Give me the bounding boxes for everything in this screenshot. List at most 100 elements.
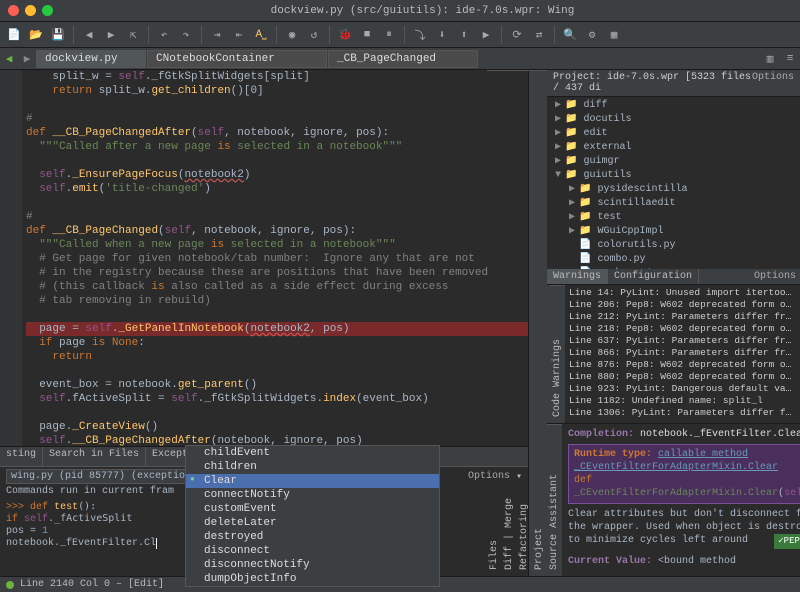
indent-icon[interactable]: ⇥ (207, 25, 227, 45)
warnings-tabbar: Warnings Configuration Options (547, 269, 800, 285)
save-icon[interactable]: 💾 (48, 25, 68, 45)
maximize-window[interactable] (42, 5, 53, 16)
warnings-options[interactable]: Options (750, 269, 800, 284)
bottom-tab[interactable]: sting (0, 447, 43, 466)
outdent-icon[interactable]: ⇤ (229, 25, 249, 45)
right-vertical-tabs: ProjectRefactoringDiff | MergeFiles (529, 70, 547, 576)
warning-item[interactable]: Line 212: PyLint: Parameters differ from… (569, 311, 796, 323)
step-out-icon[interactable]: ⬆ (454, 25, 474, 45)
forward-icon[interactable]: ▶ (101, 25, 121, 45)
pep-badge: ✓PEP287 (774, 534, 800, 549)
vertical-tab[interactable]: Files (487, 70, 502, 576)
project-header: Project: ide-7.0s.wpr [5323 files / 437 … (547, 70, 800, 97)
warnings-tab[interactable]: Warnings (547, 269, 608, 284)
file-tab[interactable]: dockview.py (36, 50, 146, 68)
refresh-icon[interactable]: ⟳ (507, 25, 527, 45)
vertical-tab[interactable]: Project (532, 70, 547, 576)
titlebar: dockview.py (src/guiutils): ide-7.0s.wpr… (0, 0, 800, 22)
warning-item[interactable]: Line 637: PyLint: Parameters differ from… (569, 335, 796, 347)
tree-item[interactable]: 📄 colorutils.py (551, 239, 796, 253)
tree-item[interactable]: ▶📁 pysidescintilla (551, 183, 796, 197)
warning-item[interactable]: Line 923: PyLint: Dangerous default valu… (569, 383, 796, 395)
tree-item[interactable]: ▶📁 test (551, 211, 796, 225)
window-title: dockview.py (src/guiutils): ide-7.0s.wpr… (53, 5, 792, 17)
open-icon[interactable]: 📂 (26, 25, 46, 45)
warning-item[interactable]: Line 1306: PyLint: Parameters differ fro… (569, 407, 796, 419)
warning-item[interactable]: Line 218: Pep8: W602 deprecated form of … (569, 323, 796, 335)
layout-icon[interactable]: ▦ (604, 25, 624, 45)
autocomplete-item[interactable]: dumpObjectInfo (186, 572, 439, 586)
warning-item[interactable]: Line 876: Pep8: W602 deprecated form of … (569, 359, 796, 371)
settings-icon[interactable]: ⚙ (582, 25, 602, 45)
autocomplete-item[interactable]: disconnectNotify (186, 558, 439, 572)
autocomplete-item[interactable]: disconnect (186, 544, 439, 558)
process-selector[interactable]: wing.py (pid 85777) (exceptio (6, 469, 190, 484)
warning-item[interactable]: Line 1182: Undefined name: split_l (569, 395, 796, 407)
diff-icon[interactable]: ⇄ (529, 25, 549, 45)
tree-item[interactable]: ▶📁 WGuiCppImpl (551, 225, 796, 239)
back-icon[interactable]: ◀ (79, 25, 99, 45)
code-editor[interactable]: split_w = self._fGtkSplitWidgets[split] … (0, 70, 528, 446)
undo-icon[interactable]: ↶ (154, 25, 174, 45)
warning-item[interactable]: Line 206: Pep8: W602 deprecated form of … (569, 299, 796, 311)
autocomplete-item[interactable]: childEvent (186, 446, 439, 460)
vertical-tab[interactable]: Code Warnings (550, 285, 565, 423)
status-indicator-icon (6, 581, 14, 589)
comment-icon[interactable]: A⎵ (251, 25, 271, 45)
reset-icon[interactable]: ↺ (304, 25, 324, 45)
step-into-icon[interactable]: ⬇ (432, 25, 452, 45)
nav-forward-icon[interactable]: ▶ (18, 50, 36, 68)
continue-icon[interactable]: ▶ (476, 25, 496, 45)
minimize-window[interactable] (25, 5, 36, 16)
redo-icon[interactable]: ↷ (176, 25, 196, 45)
breakpoint-icon[interactable]: ◉ (282, 25, 302, 45)
tree-item[interactable]: ▶📁 scintillaedit (551, 197, 796, 211)
nav-back-icon[interactable]: ◀ (0, 50, 18, 68)
project-options[interactable]: Options (752, 72, 794, 94)
split-icon[interactable]: ▥ (760, 49, 780, 69)
configuration-tab[interactable]: Configuration (608, 269, 699, 284)
vertical-tab[interactable]: Source Assistant (547, 424, 562, 576)
autocomplete-item[interactable]: deleteLater (186, 516, 439, 530)
vertical-tab[interactable]: Refactoring (517, 70, 532, 576)
debug-icon[interactable]: 🐞 (335, 25, 355, 45)
autocomplete-item[interactable]: children (186, 460, 439, 474)
source-assistant: Completion: notebook._fEventFilter.Clear… (562, 424, 800, 576)
text-cursor (156, 538, 157, 549)
tree-item[interactable]: 📄 combo.py (551, 253, 796, 267)
search-icon[interactable]: 🔍 (560, 25, 580, 45)
project-tree: ▶📁 diff▶📁 docutils▶📁 edit▶📁 external▶📁 g… (547, 97, 800, 269)
autocomplete-item[interactable]: connectNotify (186, 488, 439, 502)
warning-item[interactable]: Line 880: Pep8: W602 deprecated form of … (569, 371, 796, 383)
tree-item[interactable]: ▶📁 docutils (551, 113, 796, 127)
stop-icon[interactable]: ■ (357, 25, 377, 45)
menu-icon[interactable]: ≡ (780, 49, 800, 69)
class-selector[interactable]: CNotebookContainer (147, 50, 327, 68)
autocomplete-item[interactable]: destroyed (186, 530, 439, 544)
method-selector[interactable]: _CB_PageChanged (328, 50, 478, 68)
editor-tabbar: ◀ ▶ dockview.py CNotebookContainer _CB_P… (0, 48, 800, 70)
tree-item[interactable]: ▶📁 external (551, 141, 796, 155)
vertical-tab[interactable]: Diff | Merge (502, 70, 517, 576)
autocomplete-item[interactable]: customEvent (186, 502, 439, 516)
pause-icon[interactable]: ⏸ (379, 25, 399, 45)
new-file-icon[interactable]: 📄 (4, 25, 24, 45)
warning-item[interactable]: Line 14: PyLint: Unused import itertools… (569, 287, 796, 299)
warnings-list[interactable]: Line 14: PyLint: Unused import itertools… (565, 285, 800, 423)
warning-item[interactable]: Line 866: PyLint: Parameters differ from… (569, 347, 796, 359)
step-over-icon[interactable]: ⤵ (410, 25, 430, 45)
runtime-type-link[interactable]: callable method (658, 449, 748, 460)
tree-item[interactable]: ▶📁 edit (551, 127, 796, 141)
close-window[interactable] (8, 5, 19, 16)
goto-icon[interactable]: ⇱ (123, 25, 143, 45)
tree-item[interactable]: ▶📁 diff (551, 99, 796, 113)
tree-item[interactable]: ▼📁 guiutils (551, 169, 796, 183)
class-link[interactable]: _CEventFilterForAdapterMixin.Clear (574, 462, 778, 473)
window-controls (8, 5, 53, 16)
main-toolbar: 📄 📂 💾 ◀ ▶ ⇱ ↶ ↷ ⇥ ⇤ A⎵ ◉ ↺ 🐞 ■ ⏸ ⤵ ⬇ ⬆ ▶… (0, 22, 800, 48)
autocomplete-popup[interactable]: childEventchildrenClearconnectNotifycust… (185, 445, 440, 587)
tree-item[interactable]: ▶📁 guimgr (551, 155, 796, 169)
bottom-tab[interactable]: Search in Files (43, 447, 146, 466)
file-tab-label: dockview.py (45, 53, 118, 65)
autocomplete-item[interactable]: Clear (186, 474, 439, 488)
